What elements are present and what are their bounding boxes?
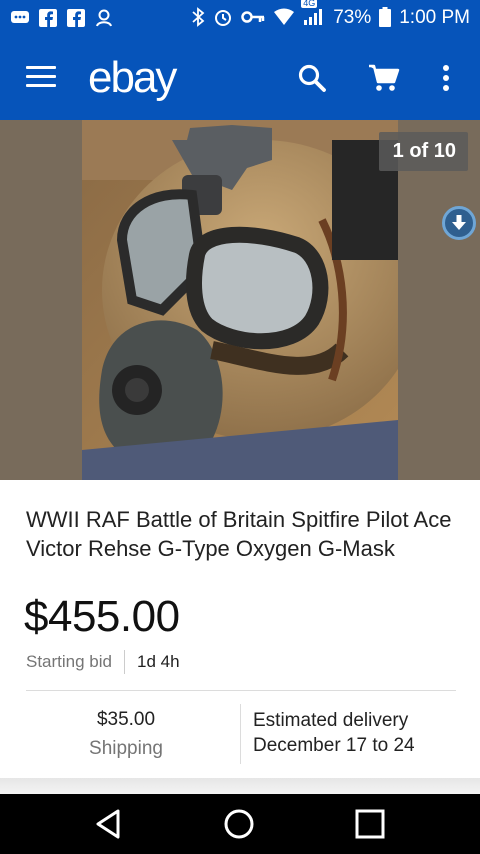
delivery-dates: December 17 to 24 [253,735,415,756]
home-circle-icon [224,809,254,839]
back-triangle-icon [96,809,120,839]
clock-time: 1:00 PM [399,7,470,28]
cart-button[interactable] [366,60,402,96]
menu-button[interactable] [26,66,58,90]
ebay-logo[interactable]: ebay [88,50,177,106]
menu-icon [26,66,56,69]
alarm-icon [213,7,233,30]
wifi-icon [273,8,295,29]
system-nav-bar [0,794,480,854]
search-button[interactable] [294,60,330,96]
content-bottom-edge [0,778,480,794]
more-options-button[interactable] [428,60,464,96]
time-left: 1d 4h [137,652,180,671]
section-divider [26,690,456,691]
delivery-label: Estimated delivery [253,710,409,731]
image-gallery[interactable]: 1 of 10 [0,120,480,480]
more-vert-icon [443,65,449,91]
status-bar: 4G 73% 1:00 PM [0,0,480,36]
cell-signal-icon: 4G [301,0,325,29]
cart-icon [369,64,400,91]
listing-photo[interactable] [82,120,398,480]
recents-button[interactable] [348,804,392,844]
network-type-label: 4G [301,0,318,8]
search-icon [298,64,326,92]
shipping-info[interactable]: $35.00 Shipping [26,706,226,764]
divider [124,650,125,674]
vpn-key-icon [241,9,265,27]
listing-price: $455.00 [24,592,180,641]
recents-square-icon [355,809,385,839]
menu-icon-line [26,75,56,78]
bluetooth-icon [191,6,205,30]
vertical-divider [240,704,241,764]
app-bar: ebay [0,36,480,120]
messenger-icon [10,9,30,27]
listing-title: WWII RAF Battle of Britain Spitfire Pilo… [26,507,452,561]
account-badge-icon [94,9,114,27]
image-counter: 1 of 10 [378,132,468,171]
download-button[interactable] [442,206,476,240]
back-button[interactable] [86,804,130,844]
bid-type-label: Starting bid [26,652,112,671]
battery-percent: 73% [333,7,372,28]
menu-icon-line [26,84,56,87]
battery-icon [379,6,392,30]
delivery-info[interactable]: Estimated delivery December 17 to 24 [253,708,415,758]
facebook-icon-2 [66,9,86,27]
shipping-amount: $35.00 [96,709,156,730]
home-button[interactable] [217,804,261,844]
facebook-icon [38,9,58,27]
bid-info: Starting bid 1d 4h [26,650,180,674]
shipping-label: Shipping [89,738,163,759]
arrow-down-icon [452,215,466,230]
